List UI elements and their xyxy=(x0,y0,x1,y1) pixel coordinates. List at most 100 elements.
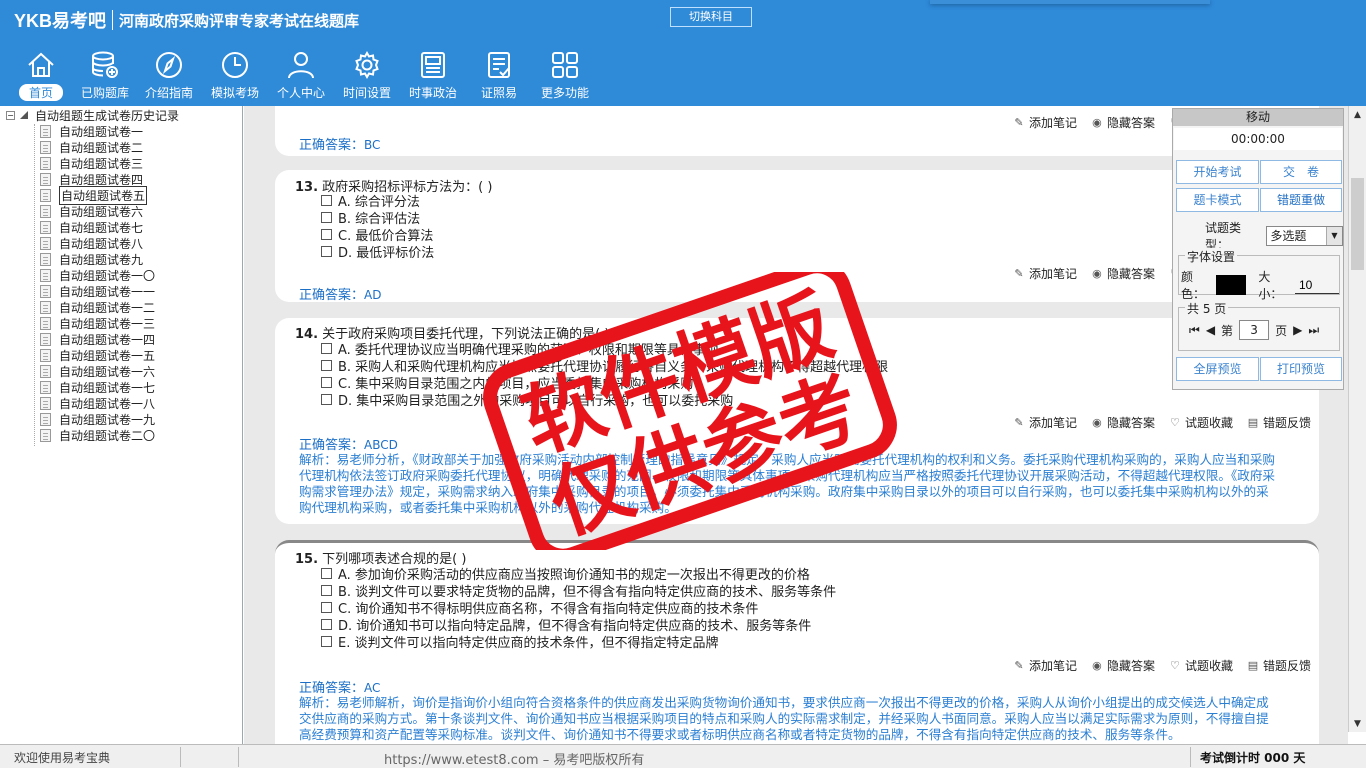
tree-item-paper[interactable]: 自动组题试卷一五 xyxy=(40,347,155,363)
option-a[interactable]: A. 综合评分法 xyxy=(321,192,420,210)
tree-item-paper[interactable]: 自动组题试卷一三 xyxy=(40,315,155,331)
tree-item-paper[interactable]: 自动组题试卷七 xyxy=(40,219,155,235)
exam-countdown: 考试倒计时 000 天 xyxy=(1200,751,1306,765)
tree-item-label: 自动组题试卷三 xyxy=(59,156,144,171)
tree-item-paper[interactable]: 自动组题试卷一七 xyxy=(40,379,155,395)
option-checkbox[interactable] xyxy=(321,636,332,647)
scroll-down-icon[interactable]: ▼ xyxy=(1349,715,1366,732)
hide-answer-button[interactable]: ◉ 隐藏答案 xyxy=(1091,114,1155,131)
print-preview-button[interactable]: 打印预览 xyxy=(1260,357,1342,381)
first-page-icon[interactable]: ⏮ xyxy=(1189,323,1200,338)
add-note-button[interactable]: ✎ 添加笔记 xyxy=(1013,414,1077,431)
option-checkbox[interactable] xyxy=(321,568,332,579)
option-checkbox[interactable] xyxy=(321,619,332,630)
tree-item-label: 自动组题试卷一三 xyxy=(59,316,156,331)
option-checkbox[interactable] xyxy=(321,602,332,613)
document-icon xyxy=(40,348,51,362)
option-b[interactable]: B. 综合评估法 xyxy=(321,209,420,227)
nav-profile[interactable]: 个人中心 xyxy=(268,48,334,104)
option-b[interactable]: B. 谈判文件可以要求特定货物的品牌，但不得含有指向特定供应商的技术、服务等条件 xyxy=(321,582,836,600)
nav-current-affairs[interactable]: 时事政治 xyxy=(400,48,466,104)
page-number-input[interactable]: 3 xyxy=(1239,320,1270,340)
main-nav: 首页 已购题库 介绍指南 模拟考场 个人中心 时间设置 时事政治 证照易 更多功… xyxy=(8,48,598,104)
tree-item-paper[interactable]: 自动组题试卷一九 xyxy=(40,411,155,427)
hide-answer-button[interactable]: ◉ 隐藏答案 xyxy=(1091,414,1155,431)
collapse-icon[interactable]: − xyxy=(6,110,15,120)
document-icon xyxy=(40,428,51,442)
add-note-button[interactable]: ✎ 添加笔记 xyxy=(1013,657,1077,674)
nav-mock-exam[interactable]: 模拟考场 xyxy=(202,48,268,104)
nav-guide[interactable]: 介绍指南 xyxy=(136,48,202,104)
tree-item-paper[interactable]: 自动组题试卷九 xyxy=(40,251,155,267)
option-checkbox[interactable] xyxy=(321,246,332,257)
panel-drag-handle[interactable]: 移动 xyxy=(1173,109,1343,126)
fullscreen-preview-button[interactable]: 全屏预览 xyxy=(1176,357,1259,381)
option-d[interactable]: D. 询价通知书可以指向特定品牌，但不得含有指向特定供应商的技术、服务等条件 xyxy=(321,616,811,634)
favorite-button[interactable]: ♡试题收藏 xyxy=(1169,657,1233,674)
pencil-icon: ✎ xyxy=(1014,116,1024,129)
add-note-button[interactable]: ✎ 添加笔记 xyxy=(1013,114,1077,131)
hide-answer-button[interactable]: ◉ 隐藏答案 xyxy=(1091,657,1155,674)
option-checkbox[interactable] xyxy=(321,585,332,596)
tree-item-paper[interactable]: 自动组题试卷二〇 xyxy=(40,427,155,443)
tree-item-paper[interactable]: 自动组题试卷一六 xyxy=(40,363,155,379)
vertical-scrollbar[interactable]: ▲ ▼ xyxy=(1348,106,1366,732)
tree-item-paper[interactable]: 自动组题试卷一一 xyxy=(40,283,155,299)
nav-home[interactable]: 首页 xyxy=(8,48,74,104)
prev-page-icon[interactable]: ◀ xyxy=(1206,323,1215,337)
card-mode-button[interactable]: 题卡模式 xyxy=(1176,188,1259,212)
start-exam-button[interactable]: 开始考试 xyxy=(1176,160,1259,184)
tree-item-paper[interactable]: 自动组题试卷八 xyxy=(40,235,155,251)
tree-item-paper[interactable]: 自动组题试卷一 xyxy=(40,123,155,139)
option-d[interactable]: D. 最低评标价法 xyxy=(321,243,434,261)
redo-wrong-button[interactable]: 错题重做 xyxy=(1260,188,1342,212)
favorite-button[interactable]: ♡试题收藏 xyxy=(1169,414,1233,431)
document-icon xyxy=(40,332,51,346)
tree-item-paper[interactable]: 自动组题试卷五 xyxy=(40,185,155,205)
option-checkbox[interactable] xyxy=(321,229,332,240)
option-checkbox[interactable] xyxy=(321,360,332,371)
option-c[interactable]: C. 询价通知书不得标明供应商名称，不得含有指向特定供应商的技术条件 xyxy=(321,599,758,617)
font-color-swatch[interactable] xyxy=(1215,275,1247,295)
grid-icon xyxy=(548,48,582,82)
add-note-button[interactable]: ✎ 添加笔记 xyxy=(1013,265,1077,282)
tree-root[interactable]: − 自动组题生成试卷历史记录 xyxy=(6,107,179,123)
tree-item-paper[interactable]: 自动组题试卷六 xyxy=(40,203,155,219)
font-settings-legend: 字体设置 xyxy=(1185,248,1238,265)
tree-item-paper[interactable]: 自动组题试卷一八 xyxy=(40,395,155,411)
option-checkbox[interactable] xyxy=(321,394,332,405)
option-checkbox[interactable] xyxy=(321,343,332,354)
nav-time-settings[interactable]: 时间设置 xyxy=(334,48,400,104)
pencil-icon: ✎ xyxy=(1014,416,1024,429)
tree-item-label: 自动组题试卷一二 xyxy=(59,300,156,315)
option-a[interactable]: A. 参加询价采购活动的供应商应当按照询价通知书的规定一次报出不得更改的价格 xyxy=(321,565,810,583)
tree-item-label: 自动组题试卷一六 xyxy=(59,364,156,379)
nav-more[interactable]: 更多功能 xyxy=(532,48,598,104)
next-page-icon[interactable]: ▶ xyxy=(1293,323,1302,337)
tree-item-paper[interactable]: 自动组题试卷三 xyxy=(40,155,155,171)
font-size-input[interactable] xyxy=(1295,276,1339,294)
feedback-button[interactable]: ▤错题反馈 xyxy=(1247,657,1311,674)
question-type-select[interactable]: 多选题 ▼ xyxy=(1266,226,1343,246)
option-checkbox[interactable] xyxy=(321,195,332,206)
tree-item-paper[interactable]: 自动组题试卷二 xyxy=(40,139,155,155)
switch-subject-button[interactable]: 切换科目 xyxy=(670,7,752,27)
nav-purchased[interactable]: 已购题库 xyxy=(74,48,136,104)
tree-item-label: 自动组题试卷一〇 xyxy=(59,268,156,283)
tree-root-label: 自动组题生成试卷历史记录 xyxy=(35,108,180,123)
submit-button[interactable]: 交 卷 xyxy=(1260,160,1342,184)
feedback-button[interactable]: ▤错题反馈 xyxy=(1247,414,1311,431)
hide-answer-button[interactable]: ◉ 隐藏答案 xyxy=(1091,265,1155,282)
chevron-down-icon[interactable]: ▼ xyxy=(1326,227,1342,245)
option-e[interactable]: E. 谈判文件可以指向特定供应商的技术条件，但不得指定特定品牌 xyxy=(321,633,718,651)
tree-item-paper[interactable]: 自动组题试卷一四 xyxy=(40,331,155,347)
tree-item-paper[interactable]: 自动组题试卷一〇 xyxy=(40,267,155,283)
scroll-up-icon[interactable]: ▲ xyxy=(1349,106,1366,123)
tree-item-paper[interactable]: 自动组题试卷一二 xyxy=(40,299,155,315)
option-c[interactable]: C. 最低价合算法 xyxy=(321,226,433,244)
option-checkbox[interactable] xyxy=(321,377,332,388)
last-page-icon[interactable]: ⏭ xyxy=(1308,323,1319,338)
nav-certificate[interactable]: 证照易 xyxy=(466,48,532,104)
scroll-thumb[interactable] xyxy=(1351,178,1364,270)
option-checkbox[interactable] xyxy=(321,212,332,223)
